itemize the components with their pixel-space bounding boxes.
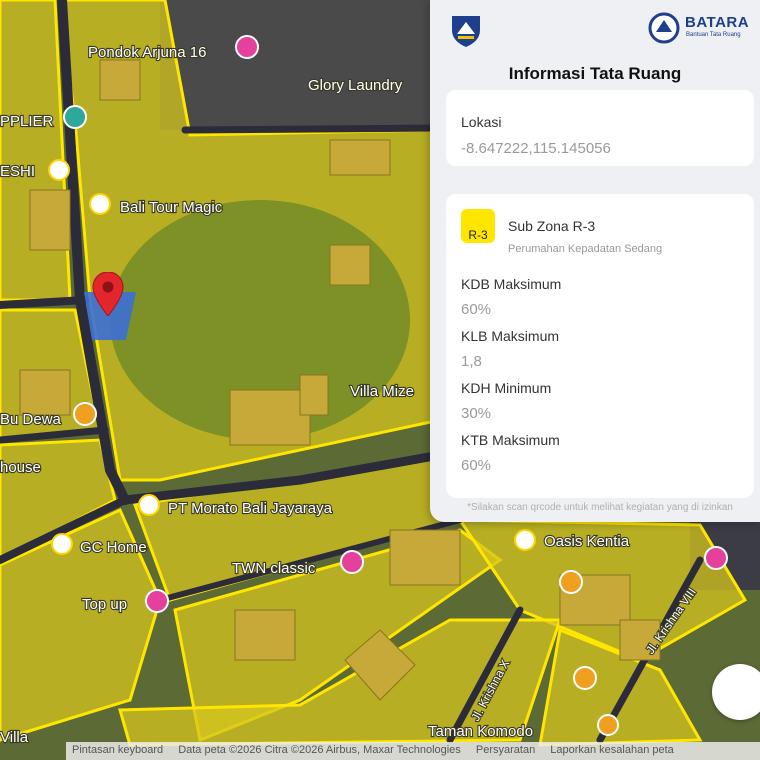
label-house: house [0,459,41,476]
zone-card: R-3 Sub Zona R-3 Perumahan Kepadatan Sed… [446,194,754,498]
brand-tagline: Bantuan Tata Ruang [686,32,741,38]
label-oasis-kentia: Oasis Kentia [544,533,630,550]
label-top-up: Top up [82,596,127,613]
metric-label: KLB Maksimum [461,328,560,344]
poi-marker-orange [73,402,97,426]
poi-marker-pin [514,529,536,551]
label-esh: ESHI [0,163,35,180]
poi-marker-teal [63,105,87,129]
metric-value: 60% [461,457,492,474]
panel-header: BATARA Bantuan Tata Ruang [430,0,760,56]
government-emblem-icon [452,16,480,47]
metric-label: KDB Maksimum [461,276,562,292]
report-map-error-link[interactable]: Laporkan kesalahan peta [550,744,674,756]
location-pin-icon[interactable] [92,272,124,316]
label-glory-laundry: Glory Laundry [308,77,403,94]
poi-marker-pink [704,546,728,570]
location-coordinates: -8.647222,115.145056 [461,140,611,157]
label-pondok-arjuna: Pondok Arjuna 16 [88,44,206,61]
poi-marker-pink [145,589,169,613]
poi-marker-pin [89,193,111,215]
poi-marker-pin [51,533,73,555]
label-taman-komodo: Taman Komodo [428,723,533,740]
poi-marker-pin [48,159,70,181]
metric-value: 60% [461,301,492,318]
label-pt-morato: PT Morato Bali Jayaraya [168,500,333,517]
label-bu-dewa: Bu Dewa [0,411,62,428]
batara-logo: BATARA Bantuan Tata Ruang [648,12,758,44]
zone-code-badge: R-3 [461,209,495,243]
map-data-attribution: Data peta ©2026 Citra ©2026 Airbus, Maxa… [178,744,461,756]
label-twn-classic: TWN classic [232,560,316,577]
map-attribution-bar: Pintasan keyboard Data peta ©2026 Citra … [66,742,760,760]
label-gc-home: GC Home [80,539,147,556]
metric-label: KTB Maksimum [461,432,560,448]
location-label: Lokasi [461,114,502,130]
poi-marker-orange [597,714,619,736]
label-villa-mize: Villa Mize [350,383,414,400]
poi-marker-orange [573,666,597,690]
zone-name: Sub Zona R-3 [508,218,596,234]
metric-value: 1,8 [461,353,482,370]
terms-link[interactable]: Persyaratan [476,744,535,756]
poi-marker-orange [559,570,583,594]
location-card: Lokasi -8.647222,115.145056 [446,90,754,166]
batara-mark-icon [648,12,680,44]
poi-marker-pink [235,35,259,59]
metric-value: 30% [461,405,492,422]
metric-label: KDH Minimum [461,380,552,396]
label-bali-tour-magic: Bali Tour Magic [120,199,223,216]
panel-footnote: *Silakan scan qrcode untuk melihat kegia… [467,502,733,513]
urban-block [160,0,440,130]
keyboard-shortcuts-link[interactable]: Pintasan keyboard [72,744,163,756]
label-villa: Villa [0,729,29,746]
label-pplier: PPLIER [0,113,54,130]
zone-code: R-3 [468,228,488,242]
zone-description: Perumahan Kepadatan Sedang [508,243,663,255]
poi-marker-pink [340,550,364,574]
zoning-info-panel: BATARA Bantuan Tata Ruang Informasi Tata… [430,0,760,522]
brand-name: BATARA [685,14,750,31]
poi-marker-pin [138,494,160,516]
map-control-button[interactable] [712,664,760,720]
panel-title: Informasi Tata Ruang [508,64,682,83]
